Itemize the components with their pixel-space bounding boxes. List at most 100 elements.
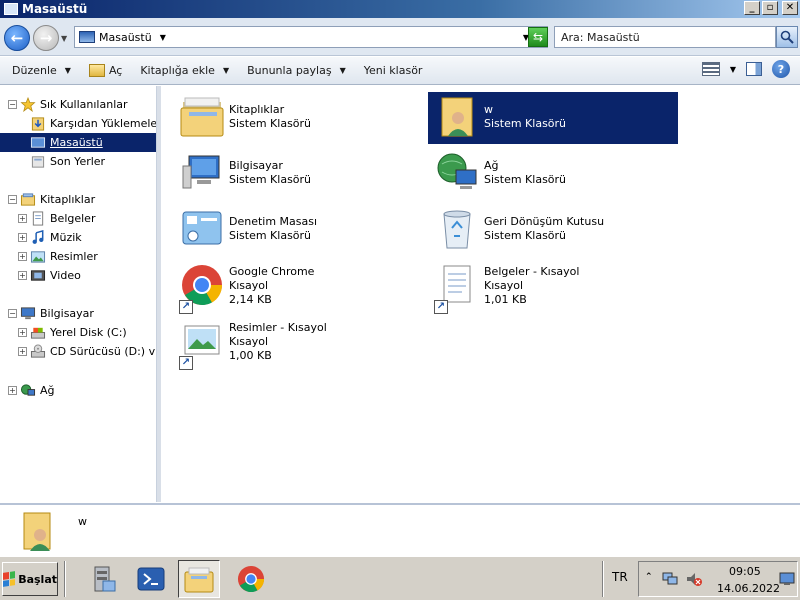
windows-logo-icon [3,571,16,587]
shortcut-arrow-icon: ↗ [179,356,193,370]
taskbar: Başlat TR ⌃ 09:05 14.06.2022 [0,556,800,600]
tree-label: Video [50,269,81,282]
expand-icon[interactable]: + [18,347,27,356]
chevron-down-icon: ▼ [64,66,71,75]
hard-disk-icon [30,327,46,339]
chrome-taskbar-button[interactable] [230,560,272,598]
item-name: Resimler - Kısayol [229,321,327,334]
star-icon [20,97,36,112]
computer-icon [20,307,36,320]
item-name: Ağ [484,159,499,172]
list-item[interactable]: Ağ Sistem Klasörü [428,148,678,200]
explorer-taskbar-button[interactable] [178,560,220,598]
tree-item-music[interactable]: + Müzik [0,228,156,247]
list-item[interactable]: w Sistem Klasörü [428,92,678,144]
list-item[interactable]: Bilgisayar Sistem Klasörü [173,148,423,200]
tree-label: Bilgisayar [40,307,94,320]
item-name: Kitaplıklar [229,103,285,116]
tree-item-network[interactable]: + Ağ [0,381,156,400]
network-status-icon[interactable] [661,571,679,587]
organize-button[interactable]: Düzenle ▼ [6,60,77,82]
refresh-button[interactable]: ⇆ [528,27,548,47]
list-item[interactable]: ↗ Resimler - Kısayol Kısayol 1,00 KB [173,316,423,372]
explorer-folder-icon [184,567,214,593]
music-icon [32,230,44,244]
command-bar: Düzenle ▼ Aç Kitaplığa ekle ▼ Bununla pa… [0,57,800,85]
tree-item-computer[interactable]: − Bilgisayar [0,304,156,323]
clock-date[interactable]: 14.06.2022 [717,582,780,595]
change-view-icon[interactable] [701,62,720,76]
volume-muted-icon[interactable] [685,571,703,587]
help-icon[interactable]: ? [772,60,790,78]
expand-icon[interactable]: + [18,252,27,261]
item-type: Sistem Klasörü [484,229,567,242]
search-input[interactable]: Ara: Masaüstü [554,26,776,48]
view-dropdown-icon[interactable]: ▼ [730,65,736,74]
history-dropdown-icon[interactable]: ▼ [61,34,67,43]
start-button[interactable]: Başlat [2,562,58,596]
collapse-icon[interactable]: − [8,309,17,318]
expand-icon[interactable]: + [18,214,27,223]
file-list: Kitaplıklar Sistem Klasörü w Sistem Klas… [161,86,800,502]
expand-icon[interactable]: + [8,386,17,395]
search-button[interactable] [776,26,798,48]
item-type: Kısayol [484,279,524,292]
item-name: Belgeler - Kısayol [484,265,580,278]
cd-drive-icon [30,344,46,358]
computer-icon [182,155,220,189]
server-manager-button[interactable] [82,560,124,598]
tree-item-documents[interactable]: + Belgeler [0,209,156,228]
user-folder-icon [23,512,51,551]
desktop-icon [79,31,95,43]
tree-item-libraries[interactable]: − Kitaplıklar [0,190,156,209]
tree-label: Ağ [40,384,55,397]
address-field[interactable]: Masaüstü ▼ ▼ [74,26,548,48]
minimize-button[interactable]: _ [744,1,760,15]
list-item[interactable]: Kitaplıklar Sistem Klasörü [173,92,423,144]
details-item-name: w [78,515,87,528]
tree-item-favorites[interactable]: − Sık Kullanılanlar [0,95,156,114]
tree-item-cd-drive[interactable]: + CD Sürücüsü (D:) virtio [0,342,156,361]
libraries-icon [20,193,36,206]
new-folder-button[interactable]: Yeni klasör [358,60,429,82]
back-button[interactable]: ← [4,25,30,51]
tree-item-desktop[interactable]: Masaüstü [0,133,156,152]
expand-icon[interactable]: + [18,328,27,337]
language-indicator[interactable]: TR [612,570,628,584]
tree-item-pictures[interactable]: + Resimler [0,247,156,266]
tree-item-recent-places[interactable]: Son Yerler [0,152,156,171]
system-tray: ⌃ 09:05 14.06.2022 [638,561,798,597]
collapse-icon[interactable]: − [8,100,17,109]
collapse-icon[interactable]: − [8,195,17,204]
preview-pane-icon[interactable] [746,62,762,76]
clock-time[interactable]: 09:05 [729,565,761,578]
share-with-label: Bununla paylaş [247,64,332,77]
expand-icon[interactable]: + [18,271,27,280]
documents-icon [32,211,44,226]
list-item[interactable]: Geri Dönüşüm Kutusu Sistem Klasörü [428,204,678,256]
show-hidden-icons-icon[interactable]: ⌃ [645,572,653,582]
list-item[interactable]: Denetim Masası Sistem Klasörü [173,204,423,256]
tree-item-downloads[interactable]: Karşıdan Yüklemeler [0,114,156,133]
expand-icon[interactable]: + [18,233,27,242]
tree-item-local-disk[interactable]: + Yerel Disk (C:) [0,323,156,342]
pictures-icon [30,251,46,263]
show-desktop-icon[interactable] [779,572,795,586]
window-icon [4,3,18,15]
breadcrumb-arrow-icon[interactable]: ▼ [160,33,166,42]
item-type: Sistem Klasörü [484,173,567,186]
network-icon [437,153,477,189]
downloads-folder-icon [31,117,45,131]
video-icon [30,270,46,281]
close-button[interactable]: ✕ [782,1,798,15]
add-to-library-button[interactable]: Kitaplığa ekle ▼ [134,60,235,82]
address-location[interactable]: Masaüstü [99,31,152,44]
share-with-button[interactable]: Bununla paylaş ▼ [241,60,352,82]
tree-item-video[interactable]: + Video [0,266,156,285]
list-item[interactable]: ↗ Belgeler - Kısayol Kısayol 1,01 KB [428,260,678,316]
maximize-button[interactable]: ▫ [762,1,778,15]
powershell-button[interactable] [130,560,172,598]
list-item[interactable]: ↗ Google Chrome Kısayol 2,14 KB [173,260,423,316]
open-button[interactable]: Aç [83,60,128,82]
forward-button[interactable]: → [33,25,59,51]
